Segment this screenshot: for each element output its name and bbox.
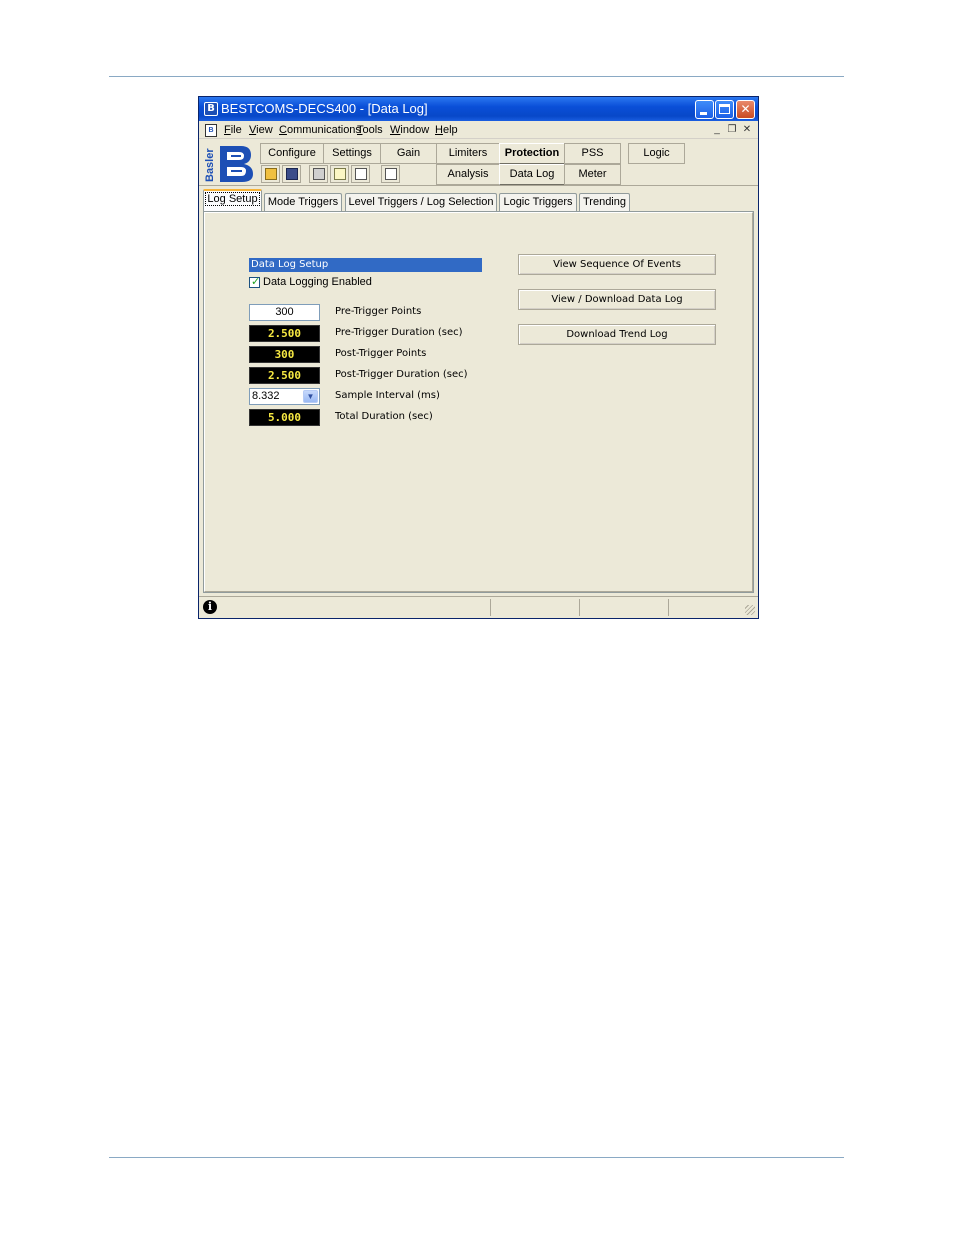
print-button[interactable] <box>309 165 328 183</box>
open-button[interactable] <box>261 165 280 183</box>
maximize-button[interactable] <box>715 100 734 119</box>
nav-settings[interactable]: Settings <box>323 143 381 164</box>
data-logging-checkbox[interactable]: ✓ <box>249 275 261 288</box>
data-logging-label: Data Logging Enabled <box>263 276 372 288</box>
sample-interval-select[interactable]: 8.332 ▼ <box>249 388 320 405</box>
page-bottom-rule <box>109 1157 844 1158</box>
status-segment <box>579 599 580 616</box>
pre-trigger-duration-label: Pre-Trigger Duration (sec) <box>335 327 463 338</box>
notes-button[interactable] <box>381 165 400 183</box>
resize-grip-icon[interactable] <box>745 605 755 615</box>
view-download-data-log-button[interactable]: View / Download Data Log <box>518 289 716 310</box>
basler-logo: Basler <box>204 142 257 186</box>
copy-icon <box>334 168 346 180</box>
info-icon: i <box>203 600 217 614</box>
sample-interval-label: Sample Interval (ms) <box>335 390 440 401</box>
post-trigger-points-label: Post-Trigger Points <box>335 348 427 359</box>
nav-analysis[interactable]: Analysis <box>436 164 500 185</box>
copy-button[interactable] <box>330 165 349 183</box>
logo-b-icon <box>220 146 253 182</box>
maximize-icon <box>719 104 730 114</box>
clipboard-icon <box>385 168 397 180</box>
nav-configure[interactable]: Configure <box>260 143 324 164</box>
mdi-minimize-button[interactable]: _ <box>711 124 723 137</box>
menu-tools[interactable]: Tools <box>357 124 383 136</box>
save-button[interactable] <box>282 165 301 183</box>
magnifier-icon <box>355 168 367 180</box>
open-folder-icon <box>265 168 277 180</box>
section-header: Data Log Setup <box>249 258 482 272</box>
window-title: BESTCOMS-DECS400 - [Data Log] <box>221 101 428 116</box>
chevron-down-icon[interactable]: ▼ <box>303 390 318 403</box>
nav-data-log[interactable]: Data Log <box>499 164 565 185</box>
pre-trigger-points-label: Pre-Trigger Points <box>335 306 422 317</box>
menu-file[interactable]: File <box>224 124 242 136</box>
minimize-icon <box>700 112 707 115</box>
mdi-restore-button[interactable]: ❐ <box>726 124 738 137</box>
tab-mode-triggers[interactable]: Mode Triggers <box>264 193 342 212</box>
document-icon[interactable]: B <box>205 124 217 137</box>
minimize-button[interactable] <box>695 100 714 119</box>
nav-limiters[interactable]: Limiters <box>436 143 500 164</box>
status-segment <box>490 599 491 616</box>
menu-view[interactable]: View <box>249 124 273 136</box>
menu-help[interactable]: Help <box>435 124 458 136</box>
log-setup-panel: Data Log Setup ✓ Data Logging Enabled 30… <box>203 211 754 593</box>
status-segment <box>668 599 669 616</box>
status-bar: i <box>199 596 758 618</box>
sample-interval-value: 8.332 <box>252 390 280 402</box>
nav-meter[interactable]: Meter <box>564 164 621 185</box>
logo-wordmark: Basler <box>204 148 216 182</box>
post-trigger-duration-label: Post-Trigger Duration (sec) <box>335 369 468 380</box>
nav-pss[interactable]: PSS <box>564 143 621 164</box>
close-icon: ✕ <box>740 102 751 116</box>
tab-strip: Log Setup Mode Triggers Level Triggers /… <box>203 189 755 212</box>
check-icon: ✓ <box>251 275 261 288</box>
menu-bar: B File View Communications Tools Window … <box>199 122 758 139</box>
post-trigger-points-readout: 300 <box>249 346 320 363</box>
nav-logic[interactable]: Logic <box>628 143 685 164</box>
download-trend-log-button[interactable]: Download Trend Log <box>518 324 716 345</box>
tab-logic-triggers[interactable]: Logic Triggers <box>499 193 577 212</box>
save-disk-icon <box>286 168 298 180</box>
menu-window[interactable]: Window <box>390 124 429 136</box>
pre-trigger-points-input[interactable]: 300 <box>249 304 320 321</box>
preview-button[interactable] <box>351 165 370 183</box>
nav-gain[interactable]: Gain <box>380 143 437 164</box>
tab-trending[interactable]: Trending <box>579 193 630 212</box>
app-logo-icon: B <box>204 102 218 116</box>
toolbar: Basler Configure Settings Gain Limiters … <box>199 140 758 186</box>
view-sequence-of-events-button[interactable]: View Sequence Of Events <box>518 254 716 275</box>
page-top-rule <box>109 76 844 77</box>
pre-trigger-duration-readout: 2.500 <box>249 325 320 342</box>
tab-level-triggers[interactable]: Level Triggers / Log Selection <box>345 193 497 212</box>
tab-log-setup[interactable]: Log Setup <box>203 189 262 211</box>
title-bar[interactable]: B BESTCOMS-DECS400 - [Data Log] ✕ <box>199 97 758 121</box>
menu-communications[interactable]: Communications <box>279 124 361 136</box>
printer-icon <box>313 168 325 180</box>
nav-protection[interactable]: Protection <box>499 143 565 164</box>
total-duration-readout: 5.000 <box>249 409 320 426</box>
close-button[interactable]: ✕ <box>736 100 755 119</box>
mdi-close-button[interactable]: ✕ <box>741 124 753 137</box>
app-window: B BESTCOMS-DECS400 - [Data Log] ✕ B File… <box>198 96 759 619</box>
post-trigger-duration-readout: 2.500 <box>249 367 320 384</box>
total-duration-label: Total Duration (sec) <box>335 411 433 422</box>
